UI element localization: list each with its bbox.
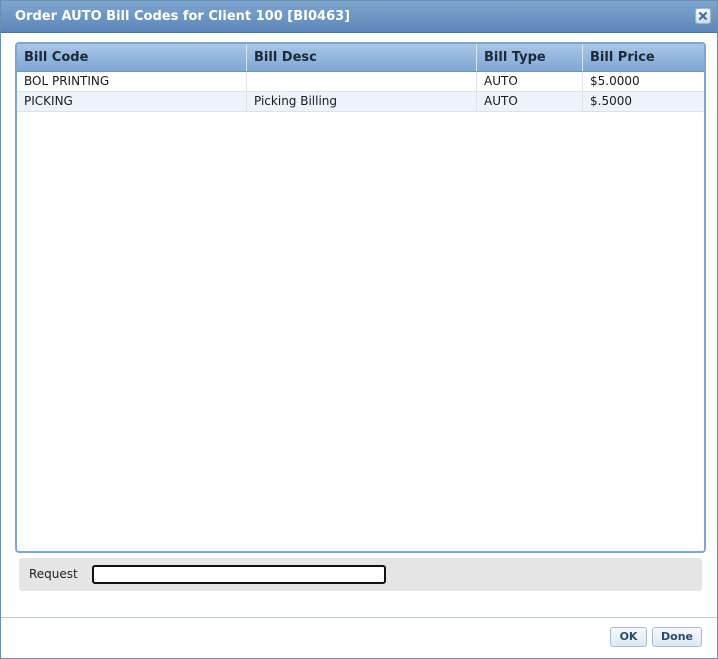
table-row[interactable]: BOL PRINTING AUTO $5.0000 [17, 72, 704, 92]
dialog-titlebar[interactable]: Order AUTO Bill Codes for Client 100 [BI… [1, 1, 717, 33]
cell-bill-code: BOL PRINTING [17, 72, 247, 91]
cell-bill-type: AUTO [477, 72, 583, 91]
cell-bill-code: PICKING [17, 92, 247, 111]
column-header-bill-type[interactable]: Bill Type [477, 44, 583, 71]
cell-bill-desc [247, 72, 477, 91]
ok-button[interactable]: OK [610, 627, 647, 647]
cell-bill-desc: Picking Billing [247, 92, 477, 111]
bill-codes-grid: Bill Code Bill Desc Bill Type Bill Price… [15, 42, 706, 553]
cell-bill-price: $.5000 [590, 94, 632, 108]
cell-bill-type: AUTO [477, 92, 583, 111]
close-icon [699, 12, 707, 20]
dialog-title: Order AUTO Bill Codes for Client 100 [BI… [15, 9, 351, 24]
request-label: Request [29, 567, 78, 581]
done-button[interactable]: Done [652, 627, 702, 647]
cell-bill-price: $5.0000 [590, 74, 640, 88]
bill-codes-dialog: Order AUTO Bill Codes for Client 100 [BI… [0, 0, 718, 659]
column-header-bill-code[interactable]: Bill Code [17, 44, 247, 71]
close-button[interactable] [695, 8, 711, 24]
footer-divider [1, 617, 717, 618]
table-row[interactable]: PICKING Picking Billing AUTO $.5000 [17, 92, 704, 112]
column-header-bill-price[interactable]: Bill Price [583, 44, 704, 71]
request-bar: Request [19, 558, 702, 591]
request-input[interactable] [92, 565, 386, 584]
column-header-bill-desc[interactable]: Bill Desc [247, 44, 477, 71]
grid-header: Bill Code Bill Desc Bill Type Bill Price [17, 44, 704, 72]
